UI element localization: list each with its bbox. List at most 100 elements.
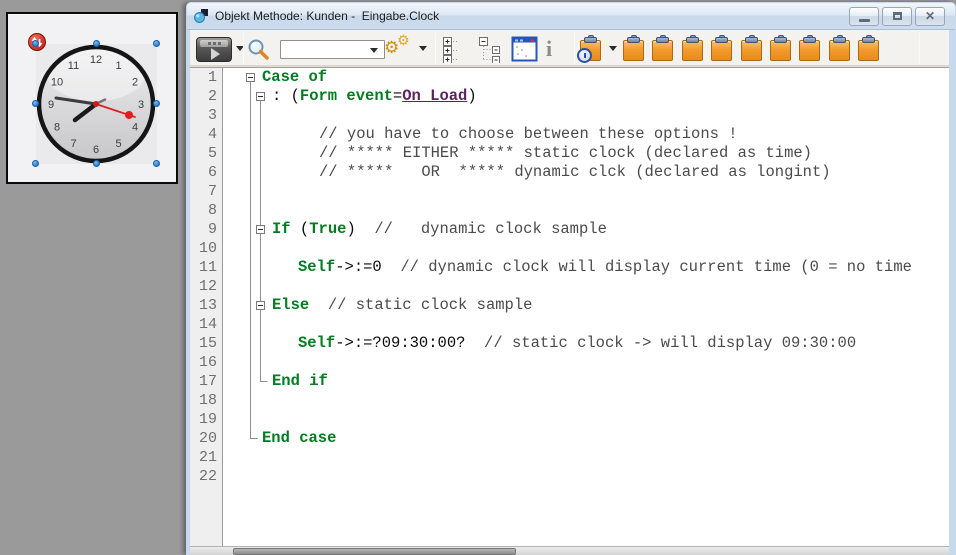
fold-toggle[interactable] [246, 73, 255, 82]
line-number: 7 [208, 182, 217, 201]
clock-number: 5 [115, 138, 121, 150]
clock-number: 6 [93, 144, 99, 156]
code-line-1[interactable]: Case of [262, 68, 327, 87]
object-method-window-icon [193, 8, 209, 24]
code-token: // dynamic clock sample [356, 220, 607, 238]
code-line-9[interactable]: If (True) // dynamic clock sample [272, 220, 607, 239]
close-button[interactable]: ✕ [915, 7, 945, 26]
combo-dropdown-arrow[interactable] [370, 48, 378, 53]
code-line-5[interactable]: // ***** EITHER ***** static clock (decl… [319, 144, 812, 163]
line-number: 16 [199, 353, 217, 372]
clock-number: 1 [115, 60, 121, 72]
clock-overlay-icon [577, 48, 592, 63]
clipboard-slot-button-4[interactable] [711, 35, 732, 62]
line-number: 9 [208, 220, 217, 239]
code-token: // dynamic clock will display current ti… [382, 258, 912, 276]
line-number: 6 [208, 163, 217, 182]
expand-all-icon[interactable] [442, 36, 470, 63]
clock-center-dot [93, 101, 99, 107]
search-input[interactable] [283, 42, 368, 57]
fold-toggle[interactable] [256, 92, 265, 101]
line-number-gutter: 12345678910111213141516171819202122 [190, 68, 223, 546]
selection-handle-3[interactable] [153, 40, 160, 47]
line-number: 11 [199, 258, 217, 277]
code-line-13[interactable]: Else // static clock sample [272, 296, 532, 315]
code-token: Self [298, 258, 335, 276]
fold-tree-line [261, 101, 268, 382]
toolbar-separator [574, 33, 575, 64]
titlebar[interactable]: Objekt Methode: Kunden - Eingabe.Clock ✕ [187, 3, 955, 30]
code-line-6[interactable]: // ***** OR ***** dynamic clck (declared… [319, 163, 831, 182]
code-line-15[interactable]: Self->:=?09:30:00? // static clock -> wi… [298, 334, 856, 353]
minimize-button[interactable] [849, 7, 879, 26]
code-token: End case [262, 429, 336, 447]
gears-dropdown-arrow[interactable] [419, 46, 427, 51]
minimize-icon [859, 19, 870, 22]
code-line-20[interactable]: End case [262, 429, 336, 448]
clock-number: 10 [51, 77, 63, 89]
close-icon: ✕ [925, 10, 935, 22]
method-settings-gears-icon[interactable]: ⚙⚙ [384, 36, 418, 62]
info-icon[interactable]: i [546, 36, 552, 62]
code-line-2[interactable]: : (Form event=On Load) [272, 87, 477, 106]
selection-handle-5[interactable] [153, 100, 160, 107]
clock-number: 8 [54, 122, 60, 134]
search-icon [247, 39, 271, 61]
macro-window-icon[interactable] [511, 36, 538, 62]
code-token: = [393, 87, 402, 105]
restore-button[interactable] [882, 7, 912, 26]
line-number: 15 [199, 334, 217, 353]
line-number: 10 [199, 239, 217, 258]
selection-handle-6[interactable] [32, 160, 39, 167]
code-token: Case of [262, 68, 327, 86]
collapse-all-icon[interactable] [478, 36, 506, 63]
clipboard-dropdown-arrow[interactable] [609, 46, 617, 51]
clipboard-slot-button-6[interactable] [770, 35, 791, 62]
clipboard-history-button[interactable] [580, 35, 601, 62]
selection-handle-8[interactable] [153, 160, 160, 167]
clipboard-slot-button-1[interactable] [623, 35, 644, 62]
code-token: True [309, 220, 346, 238]
search-combobox[interactable] [280, 40, 385, 59]
run-method-icon [200, 40, 228, 47]
clock-number: 7 [70, 138, 76, 150]
clock-number: 3 [138, 99, 144, 111]
selection-handle-1[interactable] [32, 40, 39, 47]
code-token: ) [346, 220, 355, 238]
clipboard-slot-button-9[interactable] [858, 35, 879, 62]
toolbar: ⚙⚙ [190, 30, 949, 68]
code-token: Else [272, 296, 309, 314]
clipboard-slot-button-7[interactable] [799, 35, 820, 62]
fold-toggle[interactable] [256, 301, 265, 310]
code-token: Self [298, 334, 335, 352]
code-line-4[interactable]: // you have to choose between these opti… [319, 125, 738, 144]
second-hand-ball [125, 111, 133, 119]
line-number: 13 [199, 296, 217, 315]
line-number: 5 [208, 144, 217, 163]
line-number: 3 [208, 106, 217, 125]
code-area[interactable]: Case of: (Form event=On Load) // you have… [223, 68, 949, 546]
line-number: 14 [199, 315, 217, 334]
code-token: ( [291, 220, 310, 238]
clock-number: 11 [68, 60, 79, 72]
clipboard-slot-button-2[interactable] [652, 35, 673, 62]
selection-handle-4[interactable] [32, 100, 39, 107]
method-editor-window[interactable]: Objekt Methode: Kunden - Eingabe.Clock ✕ [186, 2, 956, 555]
clipboard-slot-button-5[interactable] [741, 35, 762, 62]
scrollbar-thumb[interactable] [233, 548, 516, 555]
window-title: Objekt Methode: Kunden - Eingabe.Clock [215, 9, 849, 23]
clipboard-slot-button-8[interactable] [829, 35, 850, 62]
selection-handle-7[interactable] [93, 160, 100, 167]
code-line-11[interactable]: Self->:=0 // dynamic clock will display … [298, 258, 912, 277]
line-number: 18 [199, 391, 217, 410]
fold-toggle[interactable] [256, 225, 265, 234]
code-line-17[interactable]: End if [272, 372, 328, 391]
horizontal-scrollbar[interactable] [190, 546, 949, 555]
toolbar-separator [435, 33, 436, 64]
code-token: // you have to choose between these opti… [319, 125, 738, 143]
run-method-button[interactable] [196, 37, 232, 62]
clipboard-slot-button-3[interactable] [682, 35, 703, 62]
selection-handle-2[interactable] [93, 40, 100, 47]
code-token: Form event [300, 87, 393, 105]
line-number: 21 [199, 448, 217, 467]
